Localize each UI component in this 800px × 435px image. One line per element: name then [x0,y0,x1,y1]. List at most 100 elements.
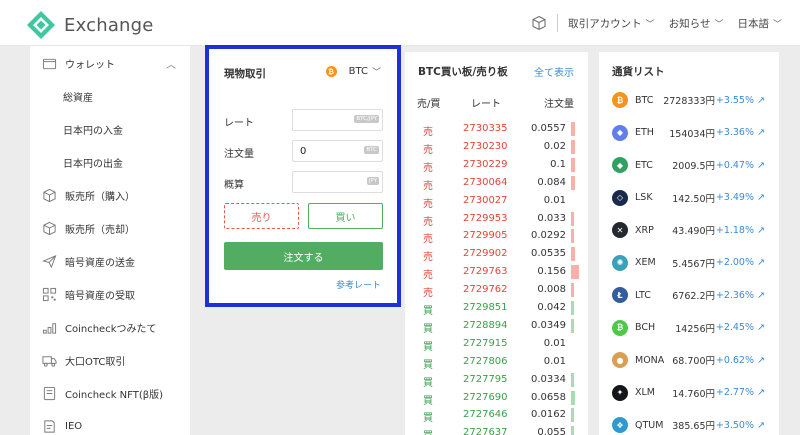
book-amount: 0.02 [543,140,566,152]
xrp-icon: ✕ [612,222,628,238]
currency-price: 2728333円 [663,96,715,107]
book-side: 売 [423,127,433,138]
trend-up-icon: ↗ [757,192,765,203]
depth-bar [571,122,575,136]
book-amount: 0.1 [550,158,566,170]
book-rate: 2730230 [463,140,508,152]
sidebar-item-tsumitate[interactable]: Coincheckつみたて [30,311,190,343]
amount-value: 0 [300,145,307,157]
buy-button[interactable]: 買い [308,203,383,229]
book-amount: 0.01 [543,355,566,367]
reference-rate-link[interactable]: 参考レート [336,278,381,291]
book-row[interactable]: 買 2727637 0.055 [405,424,588,435]
book-rate: 2730064 [463,176,508,188]
depth-bar [571,229,574,244]
book-row[interactable]: 売 2729902 0.0535 [405,245,588,263]
sidebar-item-ieo[interactable]: IEO [30,410,190,435]
sidebar-item-jpy-deposit[interactable]: 日本円の入金 [30,113,190,145]
language-menu[interactable]: 日本語 ﹀ [737,16,782,31]
book-row[interactable]: 売 2730229 0.1 [405,156,588,174]
cube-icon[interactable] [531,15,547,31]
book-rate: 2729902 [463,248,508,260]
currency-change: +0.62% ↗ [715,354,765,366]
sidebar-item-otc[interactable]: 大口OTC取引 [30,344,190,376]
show-all-link[interactable]: 全て表示 [534,64,574,79]
trend-up-icon: ↗ [757,224,765,236]
coin-selector[interactable]: ₿ BTC ﹀ [325,65,381,78]
currency-row-xem[interactable]: ✺ XEM 5.4567円 +2.00% ↗ [599,247,779,279]
book-row[interactable]: 買 2727646 0.0162 [405,406,588,424]
book-side: 買 [423,395,433,407]
book-rate: 2729763 [463,266,508,278]
currency-price: 68.700円 [672,356,715,367]
book-row[interactable]: 売 2730230 0.02 [405,138,588,156]
book-row[interactable]: 売 2729905 0.0292 [405,227,588,245]
sidebar-item-jpy-withdraw[interactable]: 日本円の出金 [30,146,190,178]
sidebar-item-wallet[interactable]: ウォレット ︿ [30,47,190,79]
currency-row-btc[interactable]: ₿ BTC 2728333円 +3.55% ↗ [599,84,779,116]
sidebar-item-total-assets[interactable]: 総資産 [30,80,190,112]
sidebar-item-buy[interactable]: 販売所（購入） [30,179,190,211]
currency-row-xrp[interactable]: ✕ XRP 43.490円 +1.18% ↗ [599,214,779,246]
submit-order-button[interactable]: 注文する [224,242,383,270]
currency-row-xlm[interactable]: ✦ XLM 14.760円 +2.77% ↗ [599,377,779,409]
depth-bar [571,247,575,262]
notice-menu[interactable]: お知らせ ﹀ [669,16,724,31]
sidebar-item-receive[interactable]: 暗号資産の受取 [30,278,190,310]
book-amount: 0.0557 [531,123,566,134]
book-side: 買 [423,413,433,425]
book-row[interactable]: 買 2727795 0.0334 [405,371,588,389]
currency-price: 142.50円 [672,193,715,205]
estimate-input[interactable]: JPY [292,171,383,193]
currency-price: 385.65円 [672,421,715,432]
currency-symbol: XRP [635,224,654,236]
book-side: 売 [423,144,433,156]
book-row[interactable]: 売 2729763 0.156 [405,263,588,281]
currency-symbol: LTC [635,289,651,301]
xem-icon: ✺ [612,254,628,271]
currency-symbol: MONA [635,354,665,366]
sidebar-item-label: 暗号資産の受取 [65,290,135,302]
chevron-down-icon: ﹀ [371,68,381,78]
depth-bar [571,318,574,333]
depth-bar [571,175,575,190]
book-row[interactable]: 買 2729851 0.042 [405,299,588,317]
book-row[interactable]: 買 2728894 0.0349 [405,317,588,335]
currency-change: +0.47% ↗ [715,159,765,171]
account-menu[interactable]: 取引アカウント ﹀ [568,16,655,31]
currency-symbol: ETC [635,159,653,171]
depth-bar [571,372,574,387]
book-row[interactable]: 買 2727806 0.01 [405,353,588,371]
book-row[interactable]: 売 2729953 0.033 [405,210,588,228]
logo[interactable]: Exchange [26,10,154,40]
book-side: 売 [423,288,433,300]
currency-row-bch[interactable]: ₿ BCH 14256円 +2.45% ↗ [599,312,779,344]
book-rate: 2727806 [463,355,508,367]
rate-input[interactable]: BTC/JPY [292,109,383,131]
sidebar-item-sell[interactable]: 販売所（売却） [30,212,190,244]
sidebar-item-nft[interactable]: Coincheck NFT(β版) [30,377,190,409]
currency-row-ltc[interactable]: Ł LTC 6762.2円 +2.36% ↗ [599,279,779,311]
book-amount: 0.055 [537,427,566,435]
book-row[interactable]: 売 2729762 0.008 [405,281,588,299]
currency-row-mona[interactable]: ● MONA 68.700円 +0.62% ↗ [599,344,779,376]
book-row[interactable]: 買 2727690 0.0658 [405,389,588,407]
order-title: 現物取引 [224,68,266,80]
currency-row-lsk[interactable]: ◇ LSK 142.50円 +3.49% ↗ [599,182,779,214]
trend-up-icon: ↗ [757,387,765,398]
book-side: 買 [423,377,433,389]
depth-bar [571,301,574,315]
book-row[interactable]: 売 2730064 0.084 [405,174,588,192]
book-row[interactable]: 買 2727915 0.01 [405,335,588,353]
book-amount: 0.008 [537,284,566,296]
sidebar-item-send[interactable]: 暗号資産の送金 [30,245,190,277]
book-row[interactable]: 売 2730335 0.0557 [405,120,588,138]
currency-row-eth[interactable]: ◆ ETH 154034円 +3.36% ↗ [599,117,779,149]
currency-row-etc[interactable]: ◆ ETC 2009.5円 +0.47% ↗ [599,149,779,181]
book-row[interactable]: 売 2730027 0.01 [405,192,588,210]
sell-button[interactable]: 売り [224,203,299,229]
currency-row-qtum[interactable]: ❖ QTUM 385.65円 +3.50% ↗ [599,409,779,435]
chevron-up-icon: ︿ [166,59,176,71]
book-rate: 2728894 [463,319,508,331]
amount-input[interactable]: 0 BTC [292,140,383,162]
